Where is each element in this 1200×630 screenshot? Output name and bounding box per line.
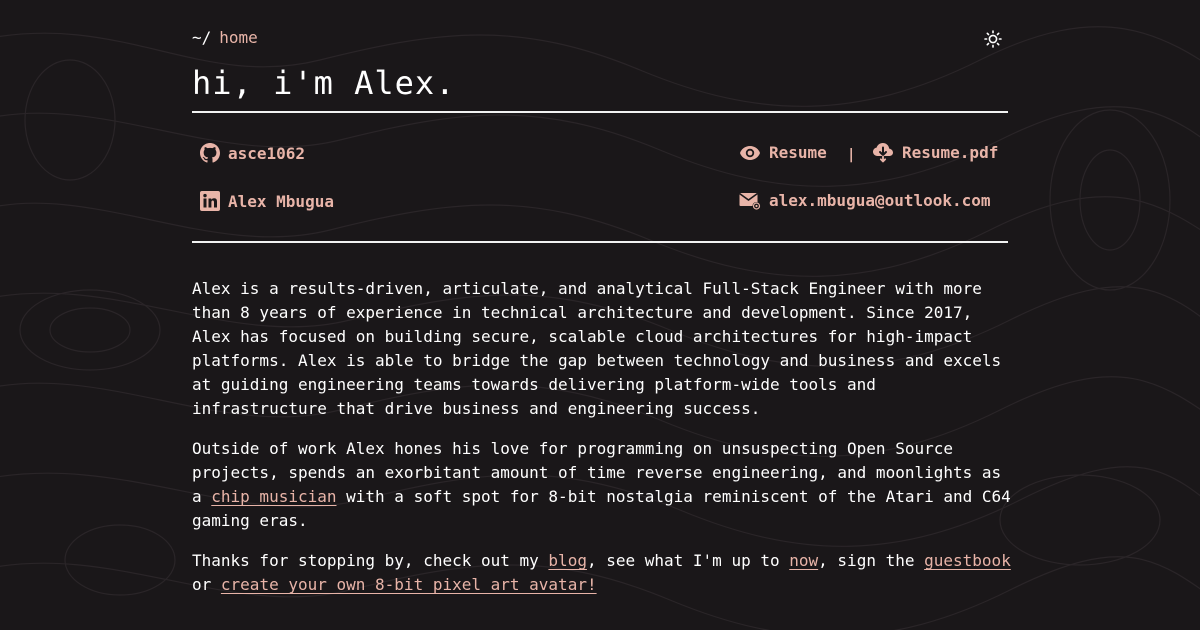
- bio-section: Alex is a results-driven, articulate, an…: [192, 277, 1011, 597]
- mail-icon: [739, 192, 761, 210]
- github-link[interactable]: asce1062: [200, 143, 305, 163]
- resume-pdf-link[interactable]: Resume.pdf: [872, 141, 998, 163]
- resume-pdf-label: Resume.pdf: [902, 142, 999, 162]
- bio-text: , see what I'm up to: [586, 551, 790, 570]
- profile-links: asce1062 Alex Mbugua Resume | Resume.pdf…: [192, 113, 1008, 241]
- resume-label: Resume: [769, 143, 827, 162]
- email-link[interactable]: alex.mbugua@outlook.com: [739, 191, 991, 210]
- github-icon: [200, 143, 220, 163]
- breadcrumb: ~/ home: [192, 22, 1008, 52]
- resume-link[interactable]: Resume: [739, 143, 827, 162]
- blog-link[interactable]: blog: [548, 551, 587, 570]
- now-link[interactable]: now: [789, 551, 818, 570]
- bio-text: or: [192, 575, 221, 594]
- eye-icon: [740, 145, 760, 160]
- breadcrumb-prefix: ~/: [192, 27, 212, 47]
- github-username: asce1062: [228, 143, 306, 163]
- cloud-download-icon: [873, 143, 893, 163]
- linkedin-name: Alex Mbugua: [228, 191, 334, 211]
- divider: [192, 241, 1008, 243]
- bio-paragraph-2: Outside of work Alex hones his love for …: [192, 437, 1012, 533]
- breadcrumb-home[interactable]: home: [219, 28, 258, 47]
- bio-text: , sign the: [818, 551, 925, 570]
- linkedin-link[interactable]: Alex Mbugua: [200, 191, 334, 211]
- linkedin-icon: [200, 191, 220, 211]
- bio-paragraph-3: Thanks for stopping by, check out my blo…: [192, 549, 1012, 597]
- sun-icon[interactable]: [984, 30, 1002, 48]
- chip-musician-link[interactable]: chip musician: [211, 487, 336, 506]
- page-container: ~/ home hi, i'm Alex. asce1062 Alex Mbug…: [192, 22, 1011, 613]
- email-address: alex.mbugua@outlook.com: [769, 191, 991, 210]
- bio-text: Thanks for stopping by, check out my: [192, 551, 549, 570]
- guestbook-link[interactable]: guestbook: [924, 551, 1011, 570]
- link-separator: |: [847, 147, 856, 163]
- bio-paragraph-1: Alex is a results-driven, articulate, an…: [192, 279, 1002, 418]
- page-title: hi, i'm Alex.: [192, 64, 456, 102]
- avatar-generator-link[interactable]: create your own 8-bit pixel art avatar!: [221, 575, 597, 594]
